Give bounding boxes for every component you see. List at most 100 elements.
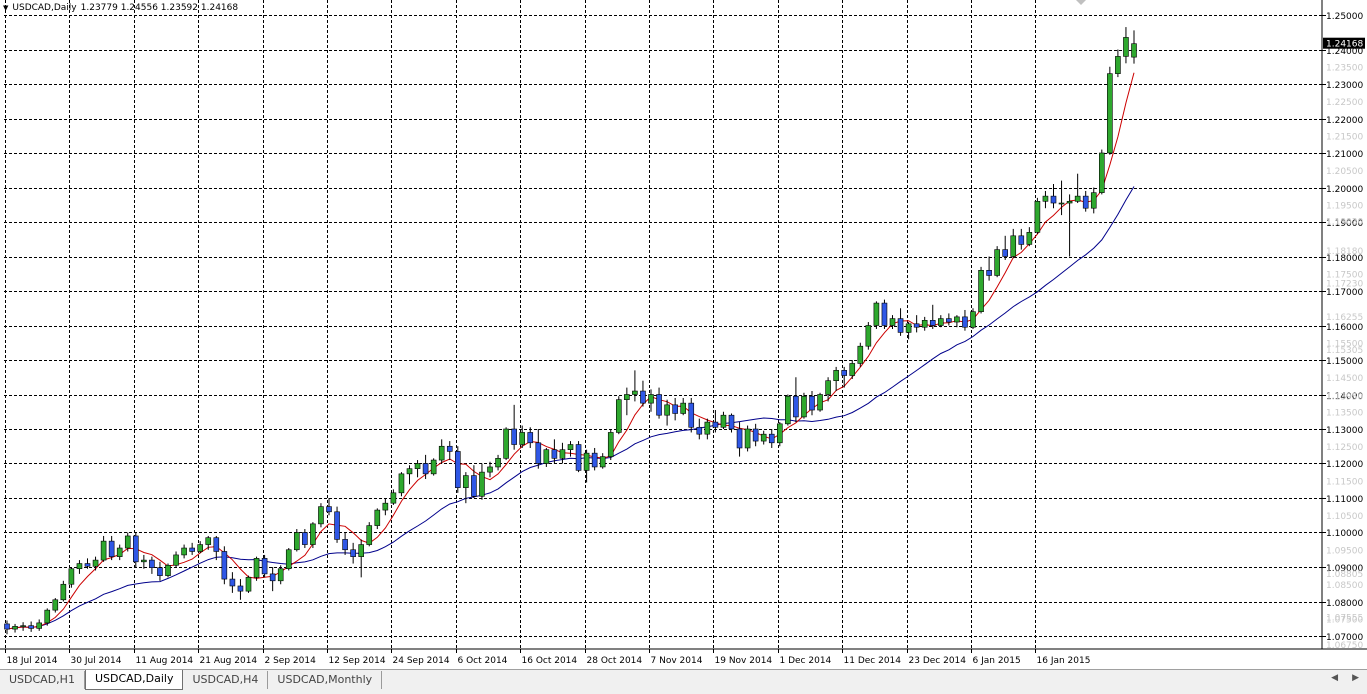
candle-body [100, 540, 107, 561]
chart-window[interactable]: 1.25000 1.24000 1.23000 1.22000 1.21000 1.200… [0, 0, 1367, 668]
candle-body [471, 475, 477, 497]
candle-body [1058, 202, 1065, 205]
candle-bullish [36, 619, 43, 631]
candle-body [744, 428, 751, 449]
candle-body [157, 567, 163, 576]
candle-body [237, 585, 244, 592]
candle-bearish [149, 556, 155, 574]
candle-bullish [994, 246, 1000, 278]
candle-body [487, 466, 493, 473]
candle-bearish [221, 546, 228, 585]
candle-body [1050, 195, 1057, 204]
price-minor-label: 1.13500 [1326, 408, 1363, 418]
price-minor-label: 1.10500 [1326, 512, 1363, 522]
candle-bullish [607, 429, 614, 461]
candle-body [1115, 56, 1121, 74]
candle-bullish [624, 387, 630, 416]
candle-body [511, 428, 517, 445]
chart-shift-marker-icon[interactable] [1076, 0, 1086, 5]
candle-bullish [519, 425, 526, 448]
candle-bearish [793, 377, 799, 423]
candle-body [736, 428, 743, 449]
candle-body [1034, 201, 1041, 233]
candle-bullish [817, 392, 823, 412]
candle-body [575, 444, 582, 471]
price-minor-label: 1.12500 [1326, 443, 1363, 453]
candle-bullish [567, 441, 574, 457]
candle-bullish [978, 266, 984, 314]
scroll-right-icon[interactable]: ▶ [1352, 673, 1359, 683]
candle-body [253, 558, 260, 578]
candle-body [632, 390, 638, 395]
candle-bullish [1099, 149, 1105, 195]
scroll-left-icon[interactable]: ◀ [1331, 673, 1338, 683]
candle-bearish [229, 572, 236, 593]
candle-bearish [1050, 184, 1057, 209]
tab-usdcad-daily[interactable]: USDCAD,Daily [84, 670, 184, 690]
price-minor-label: 1.11500 [1326, 477, 1363, 487]
candle-bullish [720, 411, 727, 429]
candle-body [728, 414, 735, 430]
candle-bearish [946, 313, 952, 326]
candle-bullish [165, 563, 171, 578]
candle-body [946, 318, 952, 323]
candle-bullish [1042, 190, 1049, 209]
candle-bullish [905, 322, 912, 340]
time-tick-label: 16 Oct 2014 [522, 656, 578, 666]
candle-body [615, 399, 622, 433]
candle-body [318, 506, 324, 525]
candle-body [366, 525, 373, 545]
candle-bullish [1107, 66, 1113, 155]
candle-bullish [374, 508, 381, 530]
candle-body [978, 269, 984, 312]
candle-bullish [1066, 194, 1073, 257]
candle-bullish [1034, 197, 1041, 235]
price-minor-label: 1.14500 [1326, 374, 1363, 384]
candle-bullish [12, 623, 18, 633]
candle-bullish [173, 551, 179, 567]
candle-body [141, 559, 147, 563]
candle-body [1066, 201, 1073, 204]
candle-body [640, 390, 646, 404]
dropdown-triangle-icon[interactable]: ▼ [3, 4, 8, 12]
candle-body [454, 451, 461, 488]
candle-bearish [768, 429, 775, 448]
price-chart[interactable]: 1.250001.240001.230001.220001.210001.200… [0, 0, 1367, 668]
candle-bullish [744, 425, 751, 452]
candle-bearish [809, 391, 815, 416]
time-tick-label: 18 Jul 2014 [7, 656, 58, 666]
candle-bullish [680, 397, 687, 416]
candle-body [285, 549, 292, 570]
candle-body [527, 432, 534, 444]
candle-body [1010, 235, 1017, 257]
candle-bearish [133, 532, 139, 567]
price-minor-label: 1.13950 [1326, 393, 1363, 403]
price-tick-label: 1.11000 [1326, 495, 1363, 505]
candle-body [752, 428, 759, 442]
candle-body [133, 535, 139, 563]
candle-body [937, 318, 944, 326]
candle-bullish [954, 315, 960, 328]
candle-body [479, 471, 485, 497]
time-tick-label: 6 Oct 2014 [458, 656, 508, 666]
tab-usdcad-monthly[interactable]: USDCAD,Monthly [268, 671, 383, 689]
candle-body [897, 318, 904, 333]
candle-bearish [237, 579, 244, 600]
candle-bearish [1082, 190, 1089, 212]
candle-body [463, 475, 469, 488]
candle-body [1090, 192, 1097, 209]
candle-bullish [310, 522, 316, 549]
candle-bullish [801, 392, 807, 419]
time-tick-label: 7 Nov 2014 [651, 656, 703, 666]
candle-bearish [108, 535, 115, 561]
candle-bullish [599, 453, 606, 469]
candle-body [801, 395, 807, 418]
candle-body [849, 363, 856, 376]
candle-body [12, 626, 18, 630]
candle-body [245, 577, 252, 592]
tab-usdcad-h1[interactable]: USDCAD,H1 [0, 671, 85, 689]
candle-bearish [1002, 235, 1009, 260]
tab-usdcad-h4[interactable]: USDCAD,H4 [183, 671, 269, 689]
candle-body [293, 532, 300, 551]
current-price-label: 1.24168 [1326, 40, 1363, 50]
